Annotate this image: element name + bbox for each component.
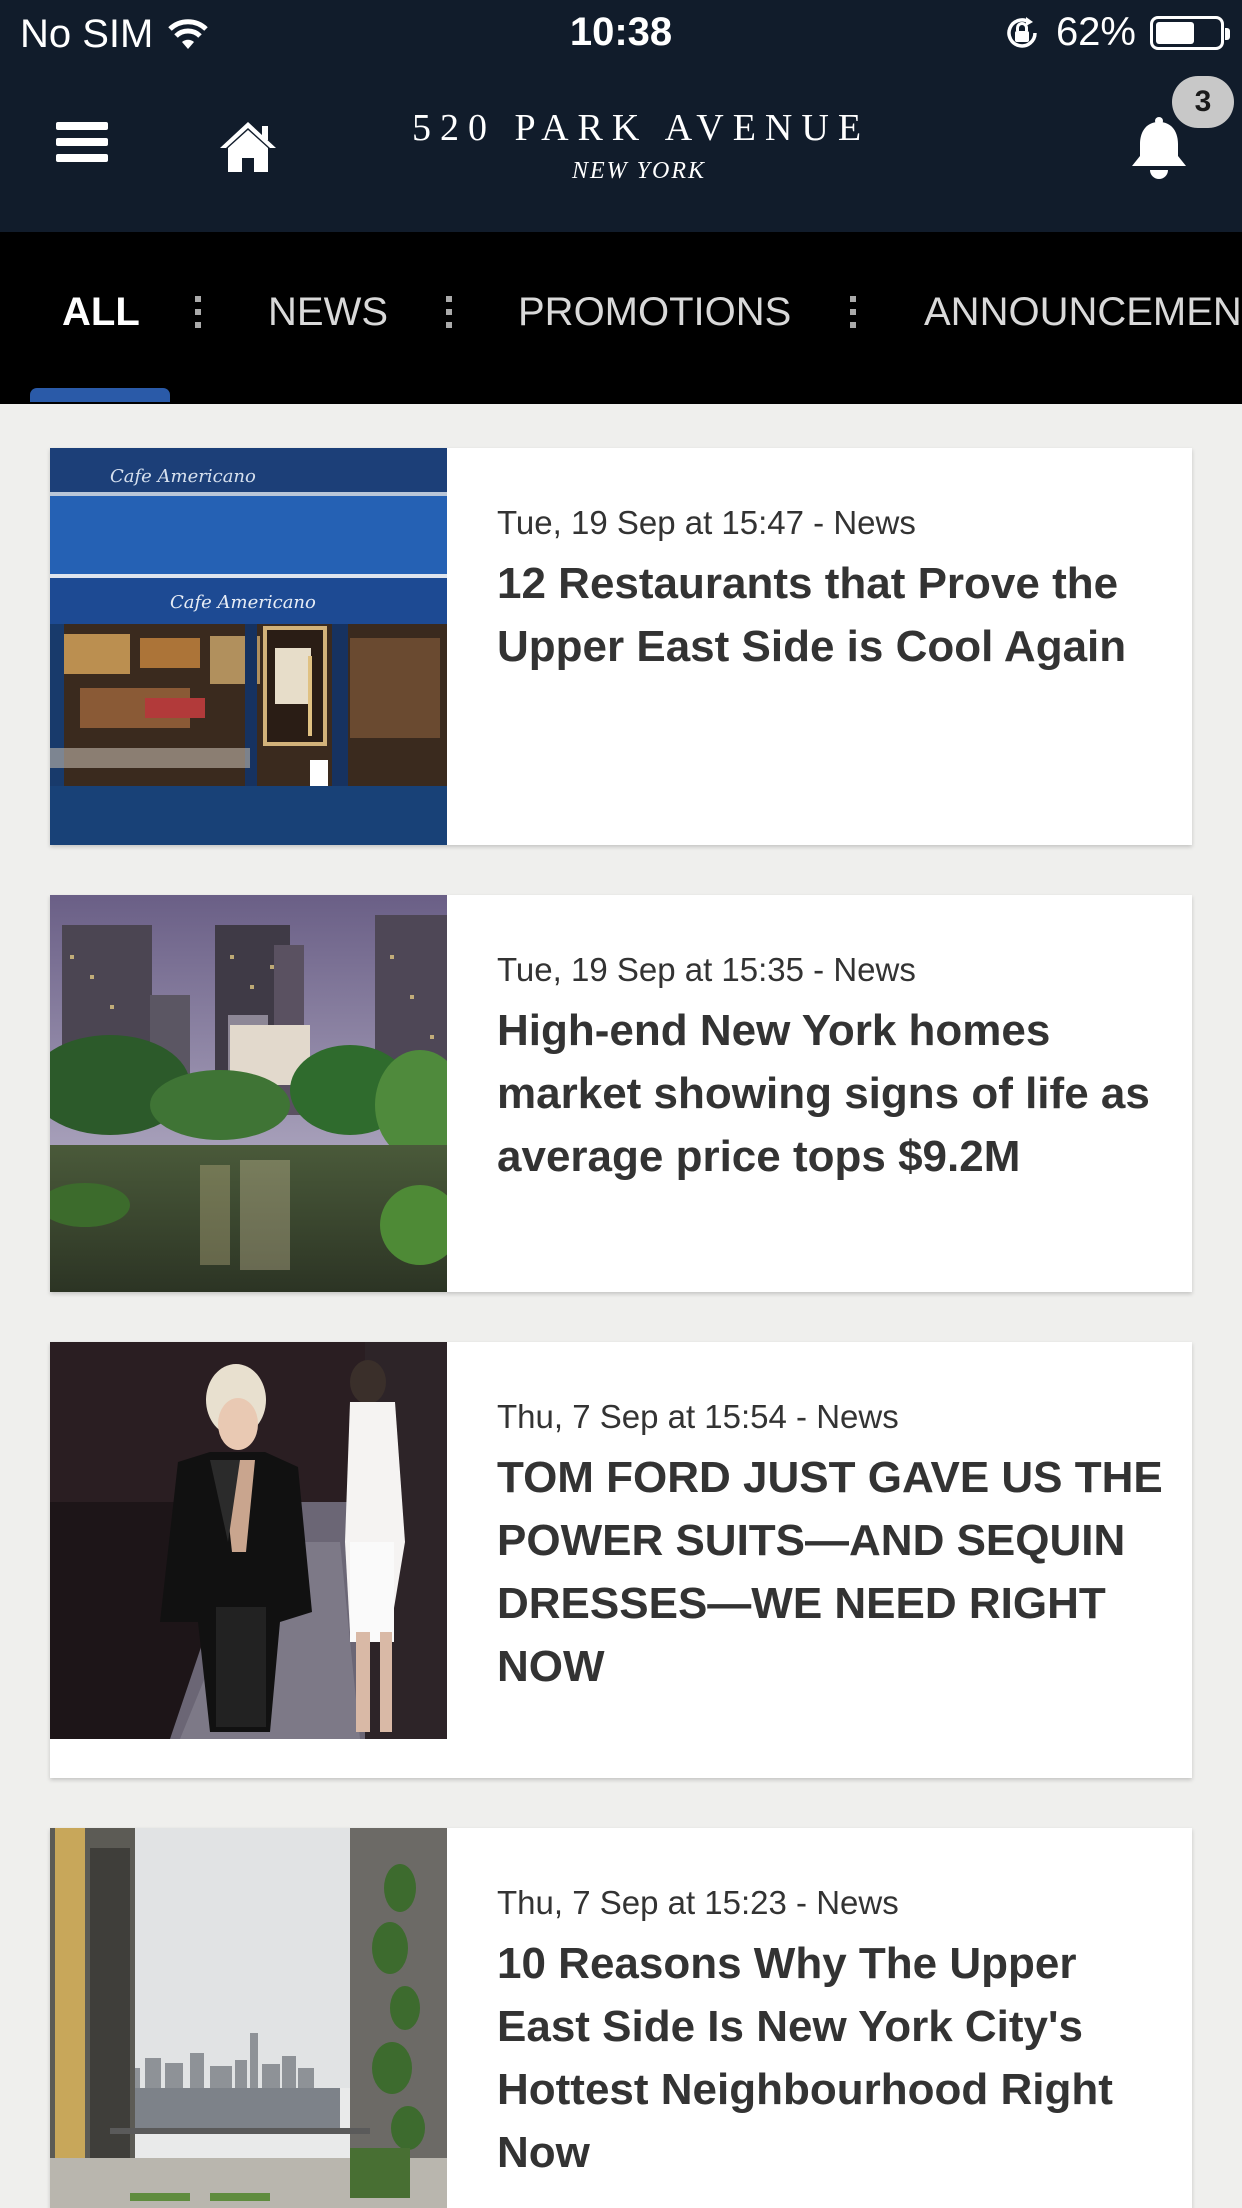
tab-separator — [195, 296, 201, 335]
article-thumbnail-balcony — [50, 1828, 447, 2208]
category-tabs: ALL NEWS PROMOTIONS ANNOUNCEMEN — [0, 232, 1242, 404]
tab-promotions[interactable]: PROMOTIONS — [518, 290, 791, 335]
article-thumbnail-cafe: Cafe Americano Cafe Americano — [50, 448, 447, 845]
tab-news[interactable]: NEWS — [268, 290, 388, 335]
tab-separator — [850, 296, 856, 335]
article-title[interactable]: 12 Restaurants that Prove the Upper East… — [497, 552, 1167, 678]
rotation-lock-icon — [1007, 16, 1037, 48]
news-card[interactable]: Thu, 7 Sep at 15:54 - News TOM FORD JUST… — [50, 1342, 1192, 1778]
image-caption: Cafe Americano — [170, 592, 316, 613]
brand-logo: 520 PARK AVENUE NEW YORK — [0, 106, 1242, 185]
image-caption: Cafe Americano — [110, 466, 256, 487]
battery-icon — [1150, 15, 1230, 50]
brand-title: 520 PARK AVENUE — [411, 107, 871, 149]
brand-subtitle: NEW YORK — [571, 158, 706, 184]
active-tab-indicator — [30, 388, 170, 402]
news-card[interactable]: Cafe Americano Cafe Americano Tue, 19 Se… — [50, 448, 1192, 845]
news-card[interactable]: Tue, 19 Sep at 15:35 - News High-end New… — [50, 895, 1192, 1292]
battery-percent: 62% — [1055, 10, 1136, 54]
tab-all[interactable]: ALL — [62, 290, 140, 335]
tab-announcements[interactable]: ANNOUNCEMEN — [924, 290, 1242, 335]
article-thumbnail-runway — [50, 1342, 447, 1739]
article-thumbnail-central-park — [50, 895, 447, 1292]
status-bar: No SIM 10:38 62% — [0, 0, 1242, 66]
article-meta: Thu, 7 Sep at 15:54 - News — [497, 1398, 899, 1435]
tab-separator — [446, 296, 452, 335]
notifications-bell-icon[interactable] — [1128, 116, 1190, 182]
app-header: 520 PARK AVENUE NEW YORK 3 — [0, 66, 1242, 232]
article-title[interactable]: TOM FORD JUST GAVE US THE POWER SUITS—AN… — [497, 1446, 1167, 1698]
article-meta: Tue, 19 Sep at 15:35 - News — [497, 951, 916, 988]
article-title[interactable]: High-end New York homes market showing s… — [497, 999, 1167, 1188]
article-title[interactable]: 10 Reasons Why The Upper East Side Is Ne… — [497, 1932, 1167, 2184]
notification-badge[interactable]: 3 — [1172, 76, 1234, 128]
article-meta: Thu, 7 Sep at 15:23 - News — [497, 1884, 899, 1921]
news-card[interactable]: Thu, 7 Sep at 15:23 - News 10 Reasons Wh… — [50, 1828, 1192, 2208]
article-meta: Tue, 19 Sep at 15:47 - News — [497, 504, 916, 541]
